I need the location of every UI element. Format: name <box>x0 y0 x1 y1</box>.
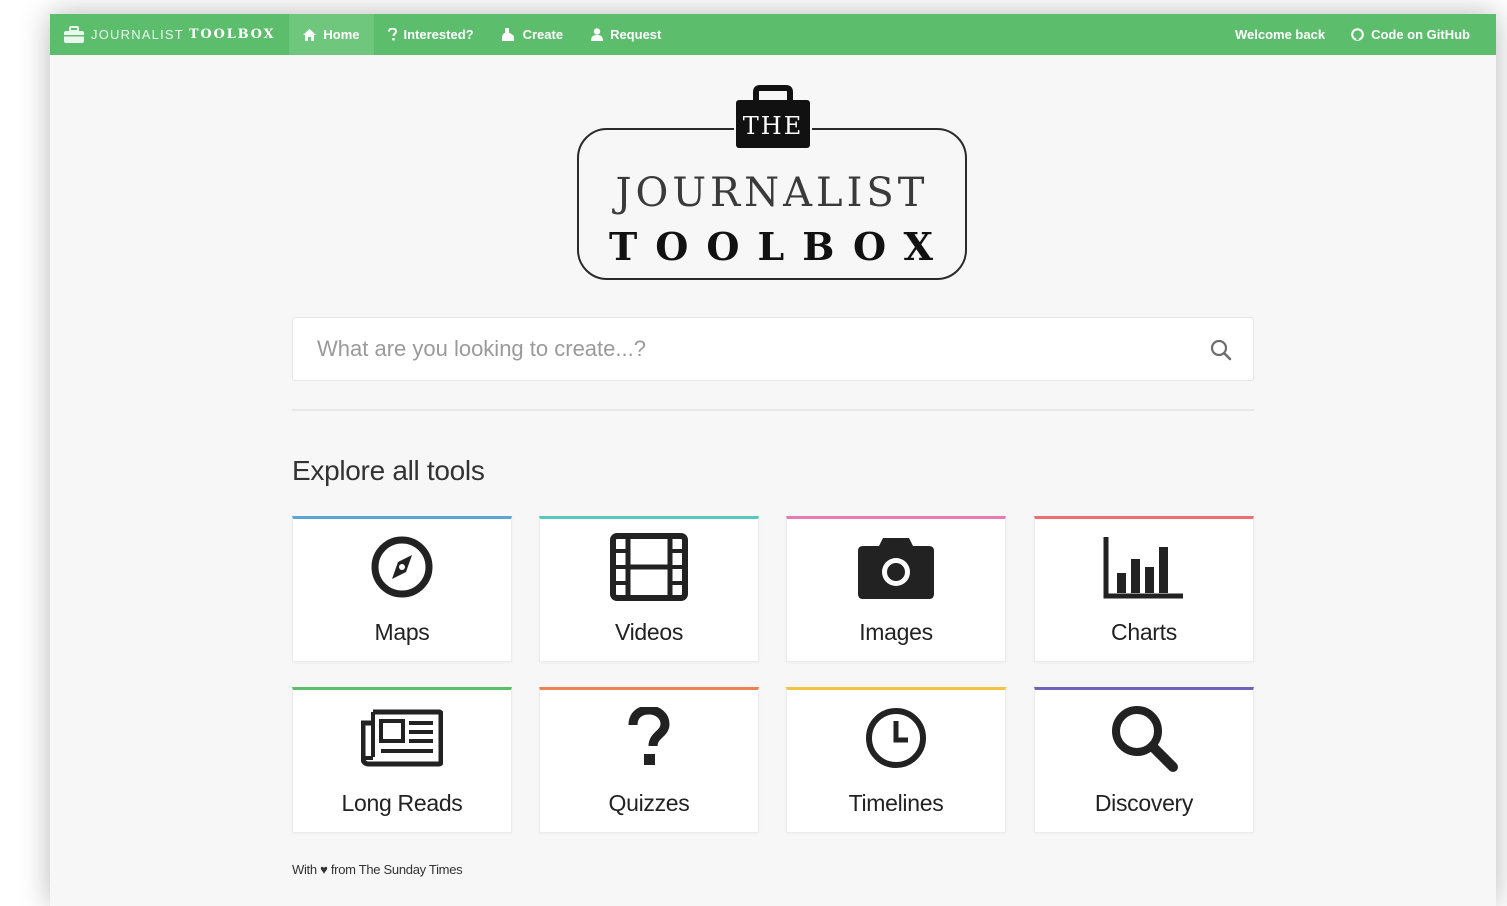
brand-link[interactable]: JOURNALIST TOOLBOX <box>50 14 275 55</box>
home-icon <box>303 28 317 41</box>
nav-request-label: Request <box>610 27 662 42</box>
logo-journalist: JOURNALIST <box>615 170 929 216</box>
question-icon <box>540 700 758 776</box>
divider <box>292 409 1254 411</box>
tool-tile-quizzes[interactable]: Quizzes <box>539 687 759 833</box>
nav-welcome-label: Welcome back <box>1234 27 1326 42</box>
tool-label: Videos <box>614 619 684 645</box>
nav-github-label: Code on GitHub <box>1371 27 1470 42</box>
github-icon <box>1351 28 1364 41</box>
compass-icon <box>293 529 511 605</box>
film-icon <box>540 529 758 605</box>
tool-label: Charts <box>1111 619 1177 645</box>
footer-credit: With ♥ from The Sunday Times <box>292 862 463 877</box>
nav-create[interactable]: Create <box>488 14 577 55</box>
tool-tile-discovery[interactable]: Discovery <box>1034 687 1254 833</box>
nav-home-label: Home <box>323 27 360 42</box>
search-input[interactable] <box>293 318 1193 380</box>
search-icon <box>1035 700 1253 776</box>
section-title: Explore all tools <box>292 455 485 486</box>
flask-icon <box>501 28 516 41</box>
heart-icon: ♥ <box>320 862 328 877</box>
tool-label: Long Reads <box>341 790 463 816</box>
clock-icon <box>787 700 1005 776</box>
tool-label: Timelines <box>848 790 944 816</box>
tool-label: Images <box>859 619 933 645</box>
tool-label: Quizzes <box>608 790 690 816</box>
nav-links: Home Interested? Create Request <box>289 14 675 55</box>
nav-home[interactable]: Home <box>289 14 374 55</box>
nav-request[interactable]: Request <box>577 14 675 55</box>
tool-label: Discovery <box>1094 790 1194 816</box>
tool-tile-long-reads[interactable]: Long Reads <box>292 687 512 833</box>
tool-tile-videos[interactable]: Videos <box>539 516 759 662</box>
brand-name-light: JOURNALIST <box>91 27 184 42</box>
search-box <box>292 317 1254 381</box>
site-logo: THE JOURNALIST TOOLBOX <box>577 84 969 284</box>
nav-create-label: Create <box>522 27 564 42</box>
briefcase-icon: THE <box>734 84 812 150</box>
logo-the: THE <box>742 112 804 140</box>
nav-github[interactable]: Code on GitHub <box>1338 14 1483 55</box>
user-icon <box>591 28 604 41</box>
footer-link[interactable]: from The Sunday Times <box>331 862 463 877</box>
bar-chart-icon <box>1035 529 1253 605</box>
search-icon[interactable] <box>1209 338 1233 362</box>
tool-tile-timelines[interactable]: Timelines <box>786 687 1006 833</box>
nav-interested[interactable]: Interested? <box>374 14 488 55</box>
tool-tile-maps[interactable]: Maps <box>292 516 512 662</box>
camera-icon <box>787 529 1005 605</box>
tool-tile-charts[interactable]: Charts <box>1034 516 1254 662</box>
browser-window: JOURNALIST TOOLBOX Home Interested? Crea… <box>50 14 1496 906</box>
tool-tile-images[interactable]: Images <box>786 516 1006 662</box>
nav-welcome-back[interactable]: Welcome back <box>1222 14 1338 55</box>
tool-label: Maps <box>374 619 430 645</box>
nav-interested-label: Interested? <box>403 27 474 42</box>
top-navbar: JOURNALIST TOOLBOX Home Interested? Crea… <box>50 14 1496 55</box>
newspaper-icon <box>293 700 511 776</box>
footer-prefix: With <box>292 862 317 877</box>
nav-right: Welcome back Code on GitHub <box>1222 14 1483 55</box>
logo-toolbox: TOOLBOX <box>609 224 951 269</box>
briefcase-icon <box>63 25 85 44</box>
brand-name-bold: TOOLBOX <box>188 27 276 42</box>
question-icon <box>387 28 397 41</box>
